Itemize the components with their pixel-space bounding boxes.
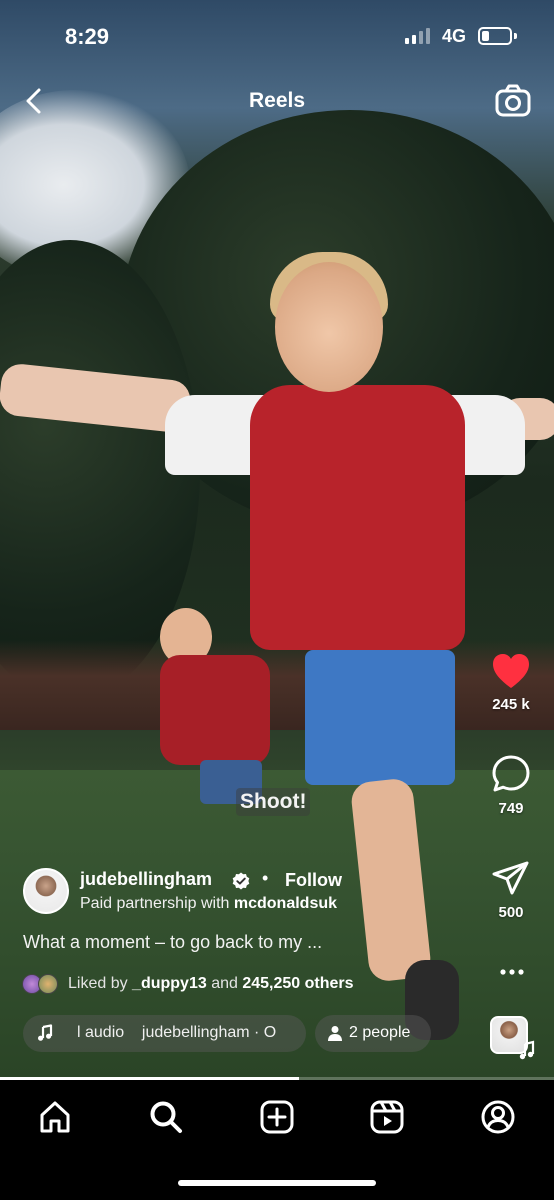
follow-button[interactable]: Follow [285,870,342,891]
verified-badge-icon [232,872,250,890]
camera-icon [495,84,531,117]
share-count: 500 [498,904,524,921]
reels-icon [370,1100,404,1134]
girl-shorts [305,650,455,785]
reel-video[interactable] [0,0,554,1080]
separator-dot: • [262,868,269,888]
tab-profile[interactable] [478,1097,518,1137]
author-username[interactable]: judebellingham [80,869,212,890]
girl-head [275,262,383,392]
tagged-people-pill[interactable]: 2 people [315,1015,431,1052]
status-bar: 8:29 4G [0,0,554,70]
paid-partnership-label: Paid partnership with mcdonaldsuk [80,895,337,913]
tab-search[interactable] [146,1097,186,1137]
comment-button[interactable]: 749 [481,754,541,817]
more-dots-icon [500,969,524,975]
liked-by-avatars [22,974,62,994]
comment-icon [492,755,530,792]
partner-link[interactable]: mcdonaldsuk [234,895,337,912]
music-note-icon [519,1040,535,1060]
reel-description[interactable]: What a moment – to go back to my ... [23,932,322,953]
partnership-prefix: Paid partnership with [80,895,230,912]
tab-create[interactable] [257,1097,297,1137]
girl-bib [250,385,465,650]
like-count: 245 k [492,696,530,713]
liked-by-others[interactable]: 245,250 others [242,975,353,992]
boy-bib [160,655,270,765]
author-avatar[interactable] [23,868,69,914]
plus-square-icon [260,1100,294,1134]
battery-icon [478,27,512,45]
page-title: Reels [248,89,306,112]
audio-track-name: l audio judebellingham · O [77,1024,277,1041]
camera-button[interactable] [494,82,532,120]
status-time: 8:29 [65,24,110,49]
share-button[interactable]: 500 [481,858,541,921]
comment-count: 749 [498,800,524,817]
tagged-people-label: 2 people [349,1024,411,1041]
heart-icon [493,654,529,688]
music-note-icon [38,1024,53,1041]
cellular-signal-icon [405,28,430,44]
liked-by-prefix: Liked by [68,975,128,992]
audio-pill[interactable]: l audio judebellingham · O [23,1015,306,1052]
liked-by-user[interactable]: _duppy13 [132,975,207,992]
search-icon [150,1101,182,1133]
liker-avatar [38,974,58,994]
tab-home[interactable] [35,1097,75,1137]
tab-reels[interactable] [367,1097,407,1137]
building [0,640,554,730]
home-indicator[interactable] [178,1180,376,1186]
video-caption: Shoot! [236,788,311,816]
liked-by-text[interactable]: Liked by _duppy13 and 245,250 others [68,975,354,993]
network-type: 4G [442,26,467,46]
home-icon [40,1101,70,1133]
person-icon [328,1026,342,1041]
profile-icon [481,1100,515,1134]
more-options-button[interactable] [481,960,541,984]
battery-tip [514,33,517,39]
send-icon [492,861,529,895]
like-button[interactable]: 245 k [481,652,541,713]
liked-by-and: and [211,975,238,992]
